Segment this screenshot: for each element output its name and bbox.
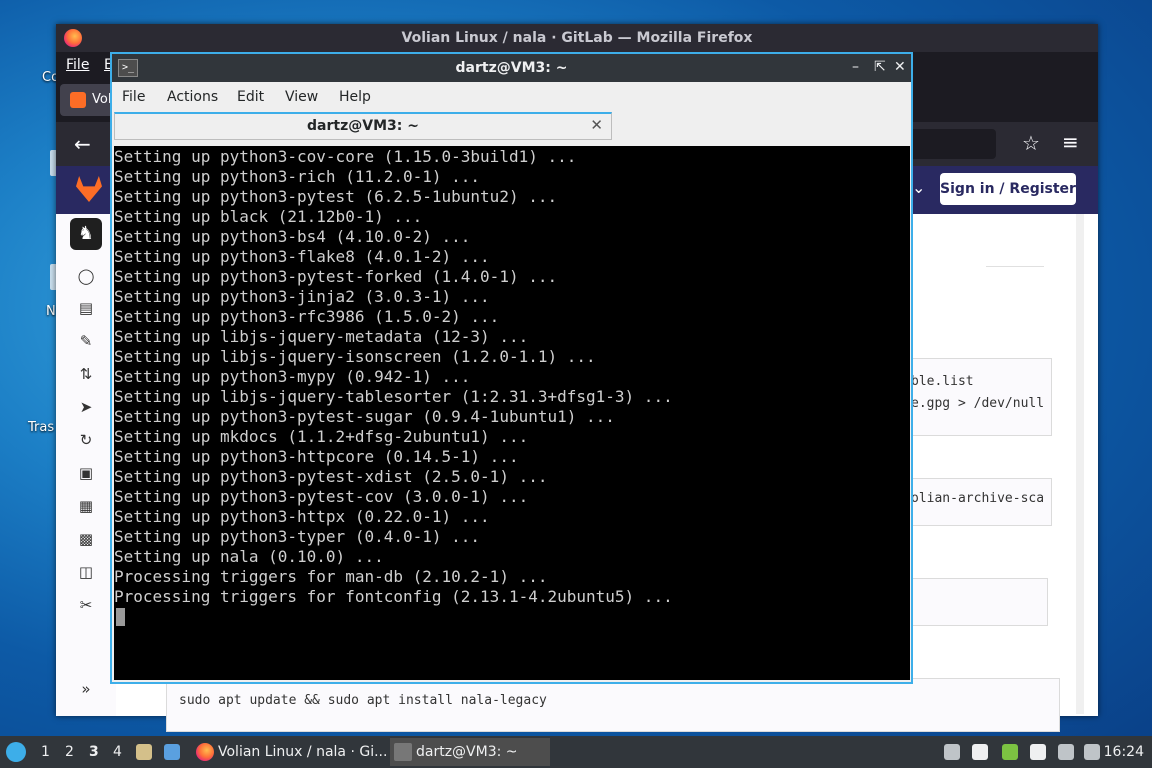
chevron-down-icon[interactable]: ⌄ xyxy=(912,178,925,197)
hamburger-menu-icon[interactable]: ≡ xyxy=(1062,130,1079,154)
terminal-line: Setting up python3-pytest-xdist (2.5.0-1… xyxy=(114,467,548,486)
code-block: sudo apt update && sudo apt install nala… xyxy=(166,678,1060,732)
terminal-line: Processing triggers for man-db (2.10.2-1… xyxy=(114,567,548,586)
terminal-window: >_ dartz@VM3: ~ – ⇱ ✕ File Actions Edit … xyxy=(110,52,913,684)
deployments-icon[interactable]: ↻ xyxy=(76,430,96,450)
gitlab-sidebar: ♞ ◯ ▤ ✎ ⇅ ➤ ↻ ▣ ▦ ▩ ◫ ✂ » xyxy=(56,214,117,716)
terminal-line: Setting up python3-jinja2 (3.0.3-1) ... xyxy=(114,287,490,306)
terminal-line: Setting up black (21.12b0-1) ... xyxy=(114,207,423,226)
terminal-line: Setting up python3-pytest (6.2.5-1ubuntu… xyxy=(114,187,558,206)
taskbar-window-firefox[interactable]: Volian Linux / nala · Gi... xyxy=(192,738,387,766)
gitlab-favicon-icon xyxy=(70,92,86,108)
merge-requests-icon[interactable]: ⇅ xyxy=(76,364,96,384)
taskbar: 1 2 3 4 Volian Linux / nala · Gi... dart… xyxy=(0,736,1152,768)
terminal-line: Setting up python3-pytest-forked (1.4.0-… xyxy=(114,267,558,286)
project-avatar[interactable]: ♞ xyxy=(70,218,102,250)
terminal-line: Setting up python3-pytest-sugar (0.9.4-1… xyxy=(114,407,615,426)
firefox-titlebar[interactable]: Volian Linux / nala · GitLab — Mozilla F… xyxy=(56,24,1098,52)
clock[interactable]: 16:24 xyxy=(1104,744,1144,760)
file-manager-icon[interactable] xyxy=(136,744,152,760)
menu-file[interactable]: File xyxy=(122,89,145,105)
desktop-icon-label[interactable]: Tras xyxy=(28,420,54,435)
packages-icon[interactable]: ▣ xyxy=(76,463,96,483)
code-block xyxy=(906,578,1048,626)
update-notifier-icon[interactable] xyxy=(1002,744,1018,760)
terminal-cursor xyxy=(116,608,125,626)
firefox-icon xyxy=(196,743,214,761)
analytics-icon[interactable]: ▩ xyxy=(76,529,96,549)
terminal-output[interactable]: Setting up python3-cov-core (1.15.0-3bui… xyxy=(114,146,910,680)
terminal-lines: Setting up python3-cov-core (1.15.0-3bui… xyxy=(114,147,673,607)
collapse-sidebar-icon[interactable]: » xyxy=(76,679,96,699)
monitor-icon[interactable]: ▦ xyxy=(76,496,96,516)
taskbar-window-terminal[interactable]: dartz@VM3: ~ xyxy=(390,738,550,766)
workspace-2[interactable]: 2 xyxy=(65,744,74,760)
scrollbar[interactable] xyxy=(1076,214,1084,714)
minimize-icon[interactable]: – xyxy=(852,59,859,75)
menu-view[interactable]: View xyxy=(285,89,318,105)
content-divider xyxy=(986,266,1044,267)
workspace-4[interactable]: 4 xyxy=(113,744,122,760)
network-icon[interactable] xyxy=(1058,744,1074,760)
terminal-menubar: File Actions Edit View Help xyxy=(112,82,911,112)
terminal-line: Setting up python3-rfc3986 (1.5.0-2) ... xyxy=(114,307,500,326)
bookmark-star-icon[interactable]: ☆ xyxy=(1022,131,1040,155)
terminal-line: Setting up python3-httpx (0.22.0-1) ... xyxy=(114,507,490,526)
terminal-window-title: dartz@VM3: ~ xyxy=(455,60,568,76)
terminal-line: Setting up libjs-jquery-isonscreen (1.2.… xyxy=(114,347,596,366)
taskbar-window-label: dartz@VM3: ~ xyxy=(416,744,518,760)
close-tab-icon[interactable]: ✕ xyxy=(590,116,603,134)
project-overview-icon[interactable]: ◯ xyxy=(76,266,96,286)
maximize-icon[interactable]: ⇱ xyxy=(874,59,886,75)
firefox-window-title: Volian Linux / nala · GitLab — Mozilla F… xyxy=(401,30,753,46)
terminal-line: Setting up mkdocs (1.1.2+dfsg-2ubuntu1) … xyxy=(114,427,529,446)
desktop-icon-label[interactable]: N xyxy=(46,304,56,319)
clipboard-icon[interactable] xyxy=(944,744,960,760)
terminal-tab[interactable]: dartz@VM3: ~ ✕ xyxy=(114,112,612,140)
terminal-tab-label: dartz@VM3: ~ xyxy=(307,118,419,134)
notifications-icon[interactable] xyxy=(1084,744,1100,760)
code-block: ble.list e.gpg > /dev/null xyxy=(906,358,1052,436)
gitlab-logo-icon[interactable] xyxy=(76,176,102,202)
close-icon[interactable]: ✕ xyxy=(894,59,906,75)
code-block: olian-archive-sca xyxy=(906,478,1052,526)
terminal-line: Processing triggers for fontconfig (2.13… xyxy=(114,587,673,606)
ci-cd-rocket-icon[interactable]: ➤ xyxy=(76,397,96,417)
terminal-line: Setting up python3-typer (0.4.0-1) ... xyxy=(114,527,481,546)
menu-edit[interactable]: Edit xyxy=(237,89,264,105)
terminal-line: Setting up python3-pytest-cov (3.0.0-1) … xyxy=(114,487,529,506)
volume-icon[interactable] xyxy=(972,744,988,760)
terminal-titlebar[interactable]: >_ dartz@VM3: ~ – ⇱ ✕ xyxy=(112,54,911,82)
terminal-line: Setting up nala (0.10.0) ... xyxy=(114,547,384,566)
menu-file[interactable]: File xyxy=(66,57,89,73)
menu-actions[interactable]: Actions xyxy=(167,89,218,105)
terminal-line: Setting up python3-rich (11.2.0-1) ... xyxy=(114,167,481,186)
wiki-icon[interactable]: ◫ xyxy=(76,562,96,582)
snippets-scissors-icon[interactable]: ✂ xyxy=(76,595,96,615)
terminal-line: Setting up python3-cov-core (1.15.0-3bui… xyxy=(114,147,577,166)
repository-icon[interactable]: ▤ xyxy=(76,298,96,318)
battery-icon[interactable] xyxy=(1030,744,1046,760)
workspace-1[interactable]: 1 xyxy=(41,744,50,760)
show-desktop-icon[interactable] xyxy=(164,744,180,760)
terminal-line: Setting up python3-bs4 (4.10.0-2) ... xyxy=(114,227,471,246)
issues-icon[interactable]: ✎ xyxy=(76,331,96,351)
workspace-3[interactable]: 3 xyxy=(89,744,99,760)
terminal-line: Setting up libjs-jquery-metadata (12-3) … xyxy=(114,327,529,346)
terminal-line: Setting up python3-mypy (0.942-1) ... xyxy=(114,367,471,386)
application-menu-icon[interactable] xyxy=(6,742,26,762)
terminal-line: Setting up libjs-jquery-tablesorter (1:2… xyxy=(114,387,673,406)
terminal-line: Setting up python3-httpcore (0.14.5-1) .… xyxy=(114,447,519,466)
taskbar-window-label: Volian Linux / nala · Gi... xyxy=(218,744,388,760)
terminal-icon xyxy=(394,743,412,761)
back-arrow-icon[interactable]: ← xyxy=(74,132,91,156)
sign-in-register-button[interactable]: Sign in / Register xyxy=(940,173,1076,205)
terminal-line: Setting up python3-flake8 (4.0.1-2) ... xyxy=(114,247,490,266)
menu-help[interactable]: Help xyxy=(339,89,371,105)
